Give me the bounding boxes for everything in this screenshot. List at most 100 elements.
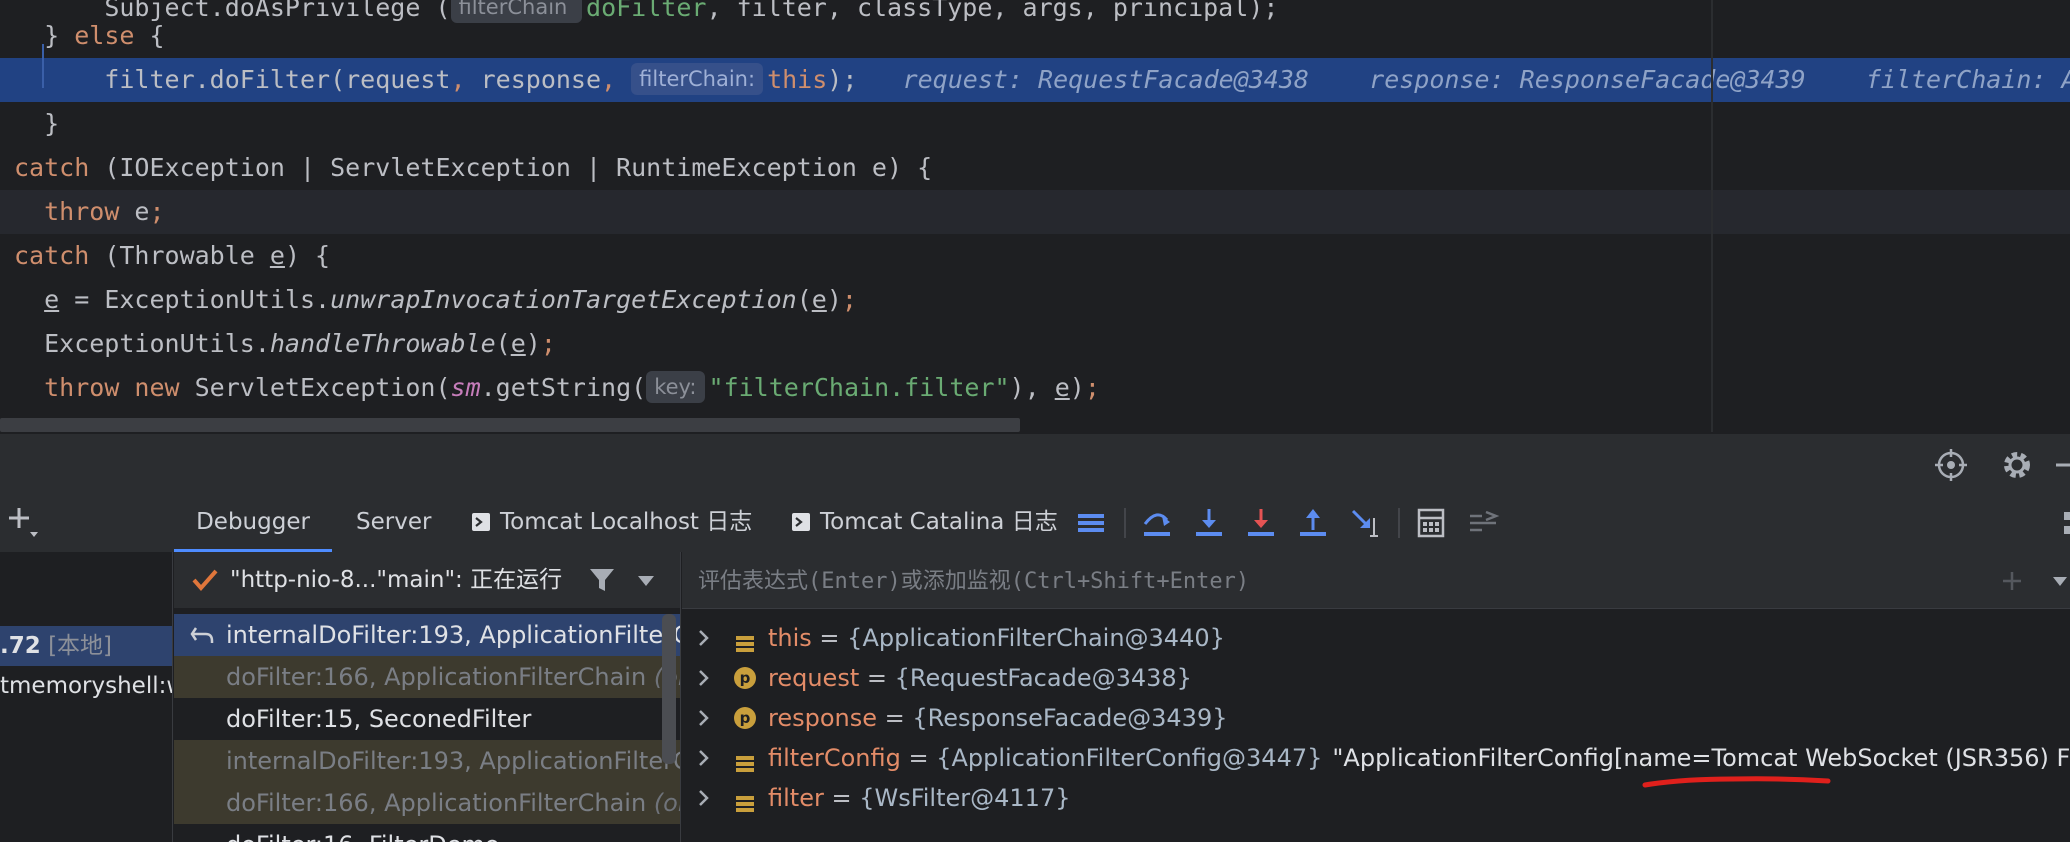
variable-row[interactable]: this = {ApplicationFilterChain@3440} (682, 618, 2070, 658)
parameter-hint: filterChain: (631, 63, 764, 95)
code-token: ( (495, 329, 511, 358)
chevron-right-icon[interactable] (696, 778, 716, 830)
stack-frame[interactable]: doFilter:15, SeconedFilter (174, 698, 680, 740)
parameter-icon: p (734, 667, 756, 689)
code-token: .getString( (480, 373, 647, 402)
tab-debugger[interactable]: Debugger (174, 494, 332, 552)
editor-horizontal-scrollbar[interactable] (0, 418, 1020, 432)
code-text: throw new ServletException(sm.getString(… (14, 366, 1100, 410)
equals-sign: = (811, 624, 848, 652)
layout-options-icon[interactable] (2052, 506, 2070, 540)
minimize-icon[interactable] (2052, 448, 2070, 482)
variable-value: {ResponseFacade@3439} (912, 704, 1228, 732)
variable-row[interactable]: filter = {WsFilter@4117} (682, 778, 2070, 818)
variable-text: response = {ResponseFacade@3439} (768, 698, 1227, 738)
run-to-cursor-icon[interactable] (1348, 506, 1382, 540)
code-token: e (269, 241, 285, 270)
code-text: catch (Throwable e) { (14, 234, 330, 278)
code-token: response (465, 65, 602, 94)
thread-selector[interactable]: "http-nio-8..."main": 正在运行 (174, 552, 680, 608)
code-token: sm (450, 373, 481, 402)
step-out-icon[interactable] (1296, 506, 1330, 540)
frames-scrollbar[interactable] (662, 614, 676, 764)
tab-label: Tomcat Catalina 日志 (820, 509, 1058, 535)
code-token: ; (540, 329, 556, 358)
code-token: , (601, 65, 617, 94)
code-line: ExceptionUtils.handleThrowable(e); (0, 322, 2070, 366)
evaluate-expression-input[interactable] (696, 560, 1800, 602)
equals-sign: = (823, 784, 860, 812)
thread-label: "http-nio-8..."main": 正在运行 (230, 567, 563, 593)
field-icon (734, 627, 756, 652)
tab-tomcat-localhost-log[interactable]: Tomcat Localhost 日志 (472, 494, 752, 552)
threads-list-icon[interactable] (1074, 506, 1108, 540)
local-tag: [本地] (48, 633, 113, 659)
chevron-down-icon[interactable] (2052, 576, 2068, 588)
code-token: catch (14, 241, 90, 270)
stack-frame[interactable]: doFilter:16, FilterDemo (174, 824, 680, 842)
code-token: else (74, 21, 135, 50)
step-over-icon[interactable] (1140, 506, 1174, 540)
gear-icon[interactable] (2000, 448, 2034, 482)
code-token: ; (841, 285, 857, 314)
code-token: ) (826, 285, 842, 314)
code-token: e (811, 285, 827, 314)
code-token: filter.doFilter(request (14, 65, 451, 94)
code-token: this (767, 65, 828, 94)
variable-name: response (768, 704, 878, 732)
code-token: ( (796, 285, 812, 314)
variable-value: {WsFilter@4117} (859, 784, 1071, 812)
crosshair-icon[interactable] (1934, 448, 1968, 482)
code-token: e (119, 197, 150, 226)
server-instance-row[interactable]: .72 [本地] (0, 626, 172, 666)
stack-frame[interactable]: doFilter:166, ApplicationFilterChain (or… (174, 782, 680, 824)
field-icon (734, 787, 756, 812)
toolbar-separator (1398, 508, 1400, 538)
code-token: ), (1009, 373, 1055, 402)
code-token: ExceptionUtils. (14, 329, 270, 358)
code-line: e = ExceptionUtils.unwrapInvocationTarge… (0, 278, 2070, 322)
equals-sign: = (900, 744, 937, 772)
deployment-row[interactable]: tmemoryshell:w (0, 666, 172, 706)
trace-current-stream-icon[interactable] (1466, 506, 1500, 540)
variable-row[interactable]: p response = {ResponseFacade@3439} (682, 698, 2070, 738)
force-step-into-icon[interactable] (1244, 506, 1278, 540)
evaluate-expression-icon[interactable] (1414, 506, 1448, 540)
variable-value: {ApplicationFilterChain@3440} (847, 624, 1225, 652)
variable-row[interactable]: p request = {RequestFacade@3438} (682, 658, 2070, 698)
code-token: ; (149, 197, 165, 226)
code-token: ) (525, 329, 541, 358)
add-watch-icon[interactable] (2002, 570, 2028, 596)
chevron-down-icon[interactable] (636, 574, 656, 588)
variable-row[interactable]: filterConfig = {ApplicationFilterConfig@… (682, 738, 2070, 778)
tab-label: Tomcat Localhost 日志 (500, 509, 753, 535)
variable-name: request (768, 664, 860, 692)
inline-debug-values: request: RequestFacade@3438 response: Re… (902, 65, 2070, 94)
code-token: "filterChain.filter" (708, 373, 1010, 402)
variable-value: {RequestFacade@3438} (894, 664, 1192, 692)
frame-method: doFilter:166, ApplicationFilterChain (226, 789, 654, 817)
indent-guide (42, 44, 44, 88)
filter-icon[interactable] (588, 566, 616, 594)
add-layout-button[interactable] (6, 502, 40, 542)
code-text: e = ExceptionUtils.unwrapInvocationTarge… (14, 278, 857, 322)
stack-frame[interactable]: internalDoFilter:193, ApplicationFilterC… (174, 614, 680, 656)
stack-frame[interactable]: internalDoFilter:193, ApplicationFilterC… (174, 740, 680, 782)
variable-tostring: "ApplicationFilterConfig[name=Tomcat Web… (1332, 744, 2070, 772)
code-token: throw new (44, 373, 180, 402)
step-into-icon[interactable] (1192, 506, 1226, 540)
code-editor[interactable]: Subject.doAsPrivilege (filterChain doFil… (0, 0, 2070, 432)
frame-method: doFilter:166, ApplicationFilterChain (226, 663, 654, 691)
variable-name: filter (768, 784, 824, 812)
stack-frame[interactable]: doFilter:166, ApplicationFilterChain (or… (174, 656, 680, 698)
frame-method: doFilter:16, FilterDemo (226, 831, 500, 842)
frames-panel: "http-nio-8..."main": 正在运行 internalDoFil… (174, 552, 681, 842)
code-token: ; (1084, 373, 1100, 402)
tab-server[interactable]: Server (356, 494, 431, 552)
code-token: { (134, 21, 165, 50)
toolbar-separator (1124, 508, 1126, 538)
variable-name: filterConfig (768, 744, 901, 772)
code-token: handleThrowable (269, 329, 496, 358)
tab-tomcat-catalina-log[interactable]: Tomcat Catalina 日志 (792, 494, 1058, 552)
